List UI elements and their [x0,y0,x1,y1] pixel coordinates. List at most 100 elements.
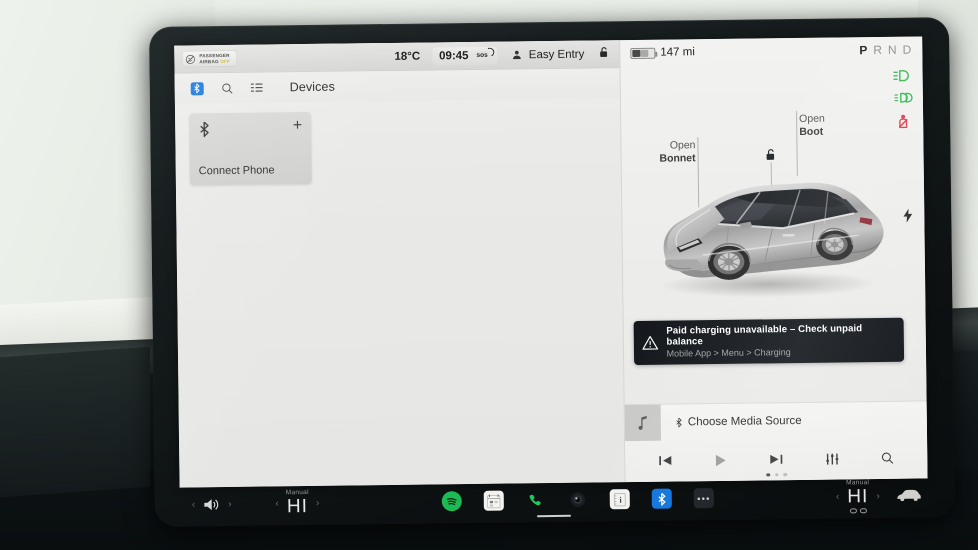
seat-heater-left[interactable] [849,508,857,513]
connect-phone-label: Connect Phone [198,164,275,178]
notification-title: Paid charging unavailable – Check unpaid… [666,323,863,348]
media-search-button[interactable] [873,445,901,471]
car-icon[interactable] [896,488,922,502]
phone-icon [529,494,542,505]
driver-climate-control[interactable]: ‹ Manual HI › [275,489,319,518]
home-indicator-bar[interactable] [536,514,571,518]
unlock-icon [600,47,608,57]
next-track-icon [770,454,783,464]
warning-triangle-icon [642,335,659,350]
passenger-airbag-indicator: PASSENGER AIRBAG OFF [182,50,237,67]
bluetooth-icon [190,81,204,95]
open-bonnet-label[interactable]: Open Bonnet [633,139,695,165]
app-bluetooth[interactable] [651,488,672,509]
add-device-button[interactable]: + [293,117,303,134]
bluetooth-icon [658,492,666,506]
app-phone[interactable] [526,490,546,510]
page-indicator [766,472,787,477]
page-dot-2[interactable] [774,472,779,477]
search-button[interactable] [212,76,242,100]
open-boot-label[interactable]: Open Boot [799,112,859,138]
charging-notification[interactable]: Paid charging unavailable – Check unpaid… [633,317,905,366]
app-camera[interactable] [568,490,588,510]
seat-heater-right[interactable] [859,508,867,513]
search-icon [882,452,894,464]
outside-temperature[interactable]: 18°C [394,50,420,62]
airbag-state: OFF [220,58,231,64]
car-status-pane: 147 mi P R N D Open Bonnet Open Boot Pai… [619,36,928,483]
devices-list-area: + Connect Phone [175,98,625,487]
passenger-temp-up-button[interactable]: › [876,491,879,502]
driver-temp-display[interactable]: Manual HI [286,489,309,518]
list-view-button[interactable] [242,75,272,99]
more-dots-icon [697,496,710,500]
driver-profile-button[interactable]: Easy Entry [512,48,585,61]
passenger-climate-control[interactable]: ‹ Manual HI › [836,479,880,514]
charge-bolt-icon [903,208,913,223]
open-bonnet-line2: Bonnet [659,151,696,165]
driver-temp-down-button[interactable]: ‹ [275,498,278,509]
volume-icon[interactable] [203,497,220,512]
touchscreen-bezel: PASSENGER AIRBAG OFF 18°C 09:45 sos Easy… [148,17,956,527]
bluetooth-tab-button[interactable] [182,76,212,100]
next-track-button[interactable] [762,446,790,472]
clock: 09:45 [439,49,469,62]
app-more[interactable] [693,488,714,509]
clock-sos-group[interactable]: 09:45 sos [432,46,498,65]
app-tips[interactable]: i [609,489,630,510]
passenger-temp-display[interactable]: Manual HI [846,479,870,513]
camera-icon [570,492,585,507]
airbag-line2: AIRBAG [199,58,219,64]
calendar-icon [486,494,501,508]
profile-name: Easy Entry [528,48,585,61]
charge-port-indicator[interactable] [903,208,913,228]
passenger-temp-down-button[interactable]: ‹ [836,491,839,502]
volume-control[interactable]: ‹ › [192,496,232,511]
tips-info-icon: i [613,492,626,506]
play-icon [715,454,726,466]
previous-track-button[interactable] [651,447,679,473]
list-icon [250,83,263,92]
page-title: Devices [289,79,335,95]
bluetooth-icon [676,417,682,428]
open-bonnet-line1: Open [669,139,696,152]
airbag-text: PASSENGER AIRBAG OFF [199,53,230,64]
equalizer-icon [825,453,838,465]
lock-button[interactable] [598,46,609,61]
bluetooth-icon [200,121,209,138]
app-launcher-row: i [319,487,836,513]
passenger-temp-value: HI [847,486,869,508]
page-dot-1[interactable] [766,472,770,477]
media-player: Choose Media Source [624,400,928,483]
infotainment-display[interactable]: PASSENGER AIRBAG OFF 18°C 09:45 sos Easy… [174,36,928,488]
equalizer-button[interactable] [818,445,846,471]
music-note-icon [638,415,647,430]
door-panel [0,346,150,498]
notification-subtitle: Mobile App > Menu > Charging [666,347,791,359]
play-button[interactable] [707,447,735,473]
previous-track-icon [659,456,672,466]
status-bar: PASSENGER AIRBAG OFF 18°C 09:45 sos Easy… [174,40,620,74]
sos-button[interactable]: sos [473,50,491,60]
volume-increase-button[interactable]: › [228,498,231,509]
open-boot-line2: Boot [799,125,824,138]
left-app-pane: PASSENGER AIRBAG OFF 18°C 09:45 sos Easy… [174,40,625,488]
media-source-button[interactable]: Choose Media Source [675,415,802,429]
spotify-icon [446,498,457,506]
airbag-off-icon [185,54,195,64]
open-boot-line1: Open [799,112,825,125]
connect-phone-card[interactable]: + Connect Phone [189,111,312,186]
bluetooth-glyph [194,83,200,94]
tesla-model3-illustration[interactable] [632,165,904,303]
seat-heater-indicators[interactable] [849,508,867,513]
app-calendar[interactable] [483,490,504,511]
unlock-icon [766,149,775,160]
search-icon [221,82,233,94]
airbag-line2-wrap: AIRBAG OFF [199,58,230,64]
app-spotify[interactable] [441,491,462,512]
media-source-label: Choose Media Source [687,414,802,429]
person-icon [513,50,522,60]
page-dot-3[interactable] [783,472,787,477]
volume-decrease-button[interactable]: ‹ [192,499,195,510]
album-art-placeholder [624,404,662,442]
